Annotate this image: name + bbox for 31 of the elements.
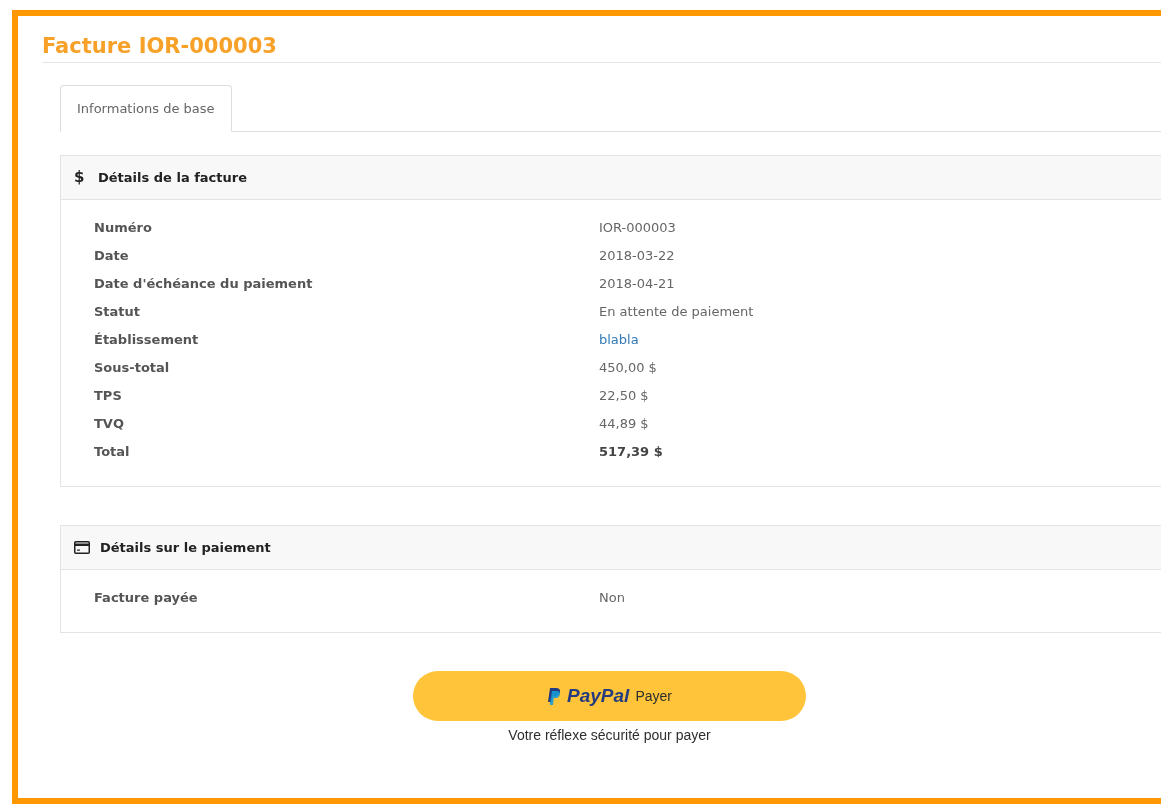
button-label: Payer <box>635 686 672 706</box>
page-title: Facture IOR-000003 <box>42 33 278 60</box>
field-value: 2018-04-21 <box>599 275 675 294</box>
field-label: TVQ <box>94 415 125 434</box>
panel-heading: Détails de la facture <box>98 168 247 187</box>
field-label: Facture payée <box>94 589 199 608</box>
paypal-logo: PayPal <box>567 683 630 708</box>
field-label: TPS <box>94 387 123 406</box>
paypal-p-icon <box>547 687 562 705</box>
field-value: 517,39 $ <box>599 443 663 462</box>
field-value: En attente de paiement <box>599 303 754 322</box>
field-label: Date d'échéance du paiement <box>94 275 314 294</box>
paypal-button[interactable]: PayPal Payer <box>413 671 806 721</box>
field-value: 2018-03-22 <box>599 247 675 266</box>
field-label: Sous-total <box>94 359 171 378</box>
panel-heading: Détails sur le paiement <box>100 538 271 557</box>
credit-card-icon <box>74 541 90 554</box>
field-label: Numéro <box>94 219 153 238</box>
field-label: Statut <box>94 303 142 322</box>
field-label: Date <box>94 247 130 266</box>
field-value: Non <box>599 589 625 608</box>
field-value: 22,50 $ <box>599 387 649 406</box>
field-label: Total <box>94 443 131 462</box>
field-label: Établissement <box>94 331 200 350</box>
dollar-icon: $ <box>74 166 88 189</box>
paypal-caption: Votre réflexe sécurité pour payer <box>508 726 711 745</box>
tab[interactable]: Informations de base <box>60 85 232 132</box>
field-value: 44,89 $ <box>599 415 649 434</box>
field-link[interactable]: blabla <box>599 330 639 350</box>
field-value: 450,00 $ <box>599 359 657 378</box>
field-value: IOR-000003 <box>599 219 676 238</box>
